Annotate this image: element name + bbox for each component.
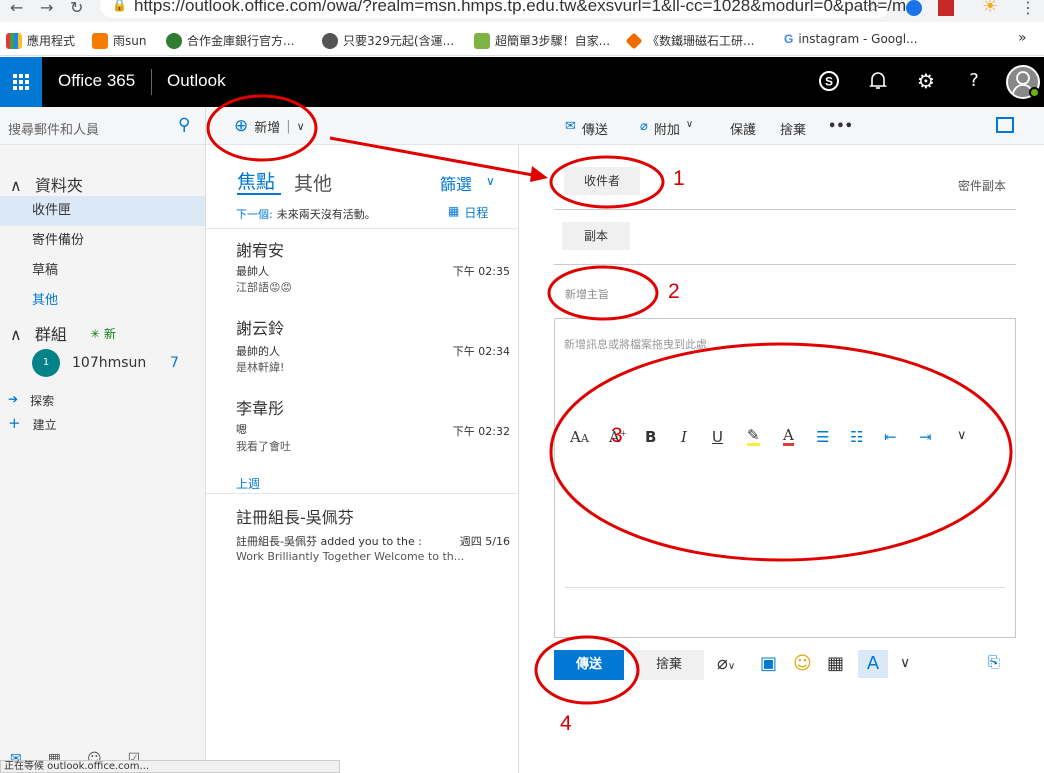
annotation-circle-new: [206, 94, 318, 162]
annotation-number-3: 3: [611, 424, 623, 447]
annotation-circle-subject: [547, 265, 659, 321]
annotation-circle-body: [549, 342, 1013, 562]
annotation-circle-to: [549, 155, 665, 209]
browser-status-bar: 正在等候 outlook.office.com...: [0, 760, 340, 773]
annotation-number-1: 1: [673, 167, 685, 190]
annotation-arrowhead: [530, 166, 548, 182]
annotation-number-4: 4: [560, 712, 572, 735]
annotation-arrow: [329, 136, 539, 178]
annotation-overlay: [206, 94, 1013, 705]
annotation-number-2: 2: [668, 280, 680, 303]
annotation-circle-send: [534, 635, 640, 705]
